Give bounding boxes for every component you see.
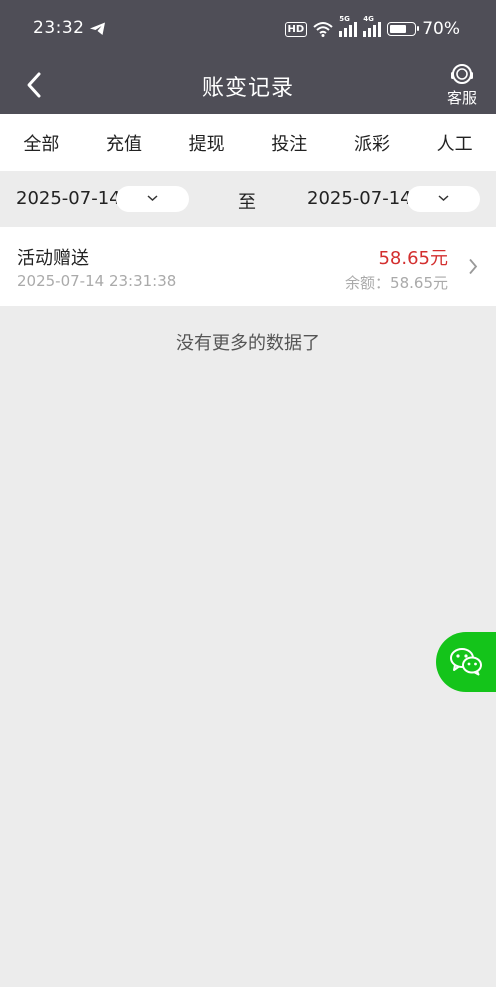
telegram-icon [90,22,105,35]
customer-service-label: 客服 [446,89,477,107]
end-date[interactable]: 2025-07-14 [307,188,412,209]
page-title: 账变记录 [201,76,294,101]
chevron-right-icon [469,258,478,275]
chevron-down-icon [438,195,449,202]
tab-bet[interactable]: 投注 [271,130,307,156]
battery-percent: 70% [422,19,460,39]
date-separator: 至 [238,192,256,213]
tab-recharge[interactable]: 充值 [106,130,142,156]
record-balance: 余额：58.65元 [345,274,448,292]
hd-badge: HD [284,21,308,37]
wechat-button[interactable] [436,632,496,692]
headset-icon [451,64,473,84]
empty-message: 没有更多的数据了 [176,333,320,354]
tab-withdraw[interactable]: 提现 [189,130,225,156]
record-name: 活动赠送 [17,248,89,269]
signal-icon-5g: 5G [339,15,358,37]
status-time: 23:32 [33,18,85,38]
tab-payout[interactable]: 派彩 [354,130,390,156]
signal-icon-4g: 4G [363,15,382,37]
list-item[interactable]: 活动赠送 2025-07-14 23:31:38 58.65元 余额：58.65… [0,227,496,306]
end-date-dropdown[interactable] [407,186,480,212]
wifi-icon [313,22,333,37]
wechat-icon [450,648,482,676]
header: 账变记录 客服 [0,58,496,114]
record-time: 2025-07-14 23:31:38 [17,272,177,290]
status-bar: 23:32 HD 5G 4G 70% [0,0,496,58]
tab-manual[interactable]: 人工 [437,130,473,156]
chevron-down-icon [147,195,158,202]
tab-all[interactable]: 全部 [23,130,59,156]
category-tabs: 全部 充值 提现 投注 派彩 人工 [0,114,496,171]
battery-icon [387,22,420,36]
customer-service-button[interactable]: 客服 [444,62,480,108]
start-date[interactable]: 2025-07-14 [16,188,121,209]
status-indicators: HD 5G 4G 70% [284,15,460,40]
record-amount: 58.65元 [378,248,448,269]
start-date-dropdown[interactable] [116,186,189,212]
date-filter: 2025-07-14 至 2025-07-14 [0,171,496,227]
